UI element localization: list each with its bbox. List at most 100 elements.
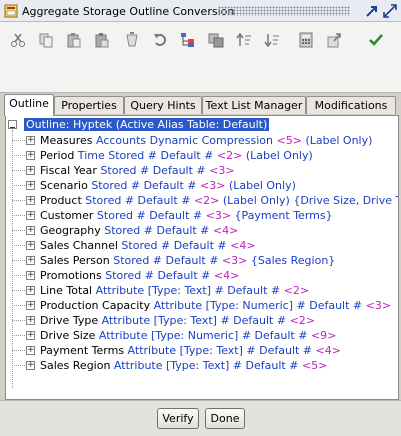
tree-node-label[interactable]: Fiscal Year Stored # Default # <3> [40,164,235,177]
tree-node-label[interactable]: Drive Type Attribute [Type: Text] # Defa… [40,314,315,327]
tree-node-label[interactable]: Payment Terms Attribute [Type: Text] # D… [40,344,341,357]
node-properties: Time Stored # Default # [74,149,217,162]
node-properties: Attribute [Type: Text] # Default # [110,359,302,372]
expand-icon[interactable]: + [26,226,35,235]
expand-icon[interactable]: + [26,301,35,310]
node-level: <3> [365,299,392,312]
done-button[interactable]: Done [205,408,245,429]
tree-node-label[interactable]: Drive Size Attribute [Type: Numeric] # D… [40,329,336,342]
tree-node-label[interactable]: Sales Person Stored # Default # <3> {Sal… [40,254,335,267]
node-name: Drive Size [40,329,96,342]
tree-node-label[interactable]: Measures Accounts Dynamic Compression <5… [40,134,372,147]
delete-icon[interactable] [122,30,142,50]
cut-icon[interactable] [8,30,28,50]
node-name: Geography [40,224,101,237]
export-icon[interactable] [324,30,344,50]
node-name: Measures [40,134,93,147]
footer: Verify Done [0,400,401,436]
tree-connector [12,320,25,321]
tree-connector [12,305,25,306]
tree-node-label[interactable]: Geography Stored # Default # <4> [40,224,238,237]
tree-node-label[interactable]: Sales Region Attribute [Type: Text] # De… [40,359,327,372]
tree-connector [12,290,25,291]
node-name: Promotions [40,269,102,282]
expand-icon[interactable]: + [26,166,35,175]
tree-node-label[interactable]: Period Time Stored # Default # <2> (Labe… [40,149,313,162]
restore-icon[interactable] [364,3,380,19]
tab-outline[interactable]: Outline [4,94,54,116]
node-name: Fiscal Year [40,164,97,177]
expand-icon[interactable]: + [26,361,35,370]
node-name: Sales Channel [40,239,118,252]
close-window-icon[interactable] [382,3,398,19]
tree-node-label[interactable]: Customer Stored # Default # <3> {Payment… [40,209,333,222]
node-name: Product [40,194,82,207]
tree-node-label[interactable]: Line Total Attribute [Type: Text] # Defa… [40,284,309,297]
node-level: <4> [315,344,341,357]
node-properties: Stored # Default # [100,224,213,237]
check-icon[interactable] [366,30,386,50]
node-name: Drive Type [40,314,99,327]
title-grip[interactable] [218,6,350,16]
expand-icon[interactable]: + [26,316,35,325]
expand-icon[interactable]: + [26,346,35,355]
tree-node-label[interactable]: Promotions Stored # Default # <4> [40,269,239,282]
node-level: <3> [200,179,226,192]
expand-icon[interactable]: + [26,271,35,280]
paste-special-icon[interactable] [92,30,112,50]
expand-icon[interactable]: + [26,136,35,145]
expand-icon[interactable]: + [26,241,35,250]
sort-ascending-icon[interactable] [234,30,254,50]
node-level: <5> [276,134,302,147]
node-name: Sales Person [40,254,110,267]
undo-icon[interactable] [150,30,170,50]
copy-icon[interactable] [36,30,56,50]
node-properties: Stored # Default # [101,269,214,282]
expand-icon[interactable]: + [26,286,35,295]
collapse-icon[interactable] [8,120,17,129]
node-extra: (Label Only) [225,179,296,192]
sort-descending-icon[interactable] [262,30,282,50]
tree-icon[interactable] [178,30,198,50]
tree-connector [12,275,25,276]
expand-icon[interactable]: + [26,256,35,265]
tab-text-list-manager[interactable]: Text List Manager [202,96,306,114]
node-level: <2> [283,284,310,297]
node-properties: Stored # Default # [117,239,231,252]
tab-query-hints[interactable]: Query Hints [124,96,202,114]
paste-icon[interactable] [64,30,84,50]
outline-tree[interactable]: Outline: Hyptek (Active Alias Table: Def… [5,115,399,400]
node-extra: (Label Only) [242,149,313,162]
expand-icon[interactable]: + [26,151,35,160]
verify-button[interactable]: Verify [157,408,199,429]
node-extra: {Sales Region} [247,254,336,267]
node-level: <2> [289,314,316,327]
calculator-icon[interactable] [296,30,316,50]
tree-connector [12,200,25,201]
node-extra: (Label Only) {Drive Size, Drive Type, Li… [222,194,398,207]
tree-root-label[interactable]: Outline: Hyptek (Active Alias Table: Def… [24,118,270,131]
format-icon[interactable] [206,30,226,50]
node-properties: Attribute [Type: Numeric] # Default # [150,299,366,312]
tree-node-label[interactable]: Product Stored # Default # <2> (Label On… [40,194,398,207]
node-name: Sales Region [40,359,111,372]
tree-node-label[interactable]: Production Capacity Attribute [Type: Num… [40,299,391,312]
node-level: <4> [212,224,239,237]
node-level: <3> [205,209,232,222]
node-name: Production Capacity [40,299,151,312]
tree-connector [12,230,25,231]
node-properties: Attribute [Type: Text] # Default # [92,284,284,297]
tab-properties[interactable]: Properties [54,96,124,114]
tree-node-label[interactable]: Scenario Stored # Default # <3> (Label O… [40,179,296,192]
app-icon [4,4,18,18]
node-properties: Stored # Default # [87,179,200,192]
tree-connector [12,155,25,156]
expand-icon[interactable]: + [26,181,35,190]
tree-node-label[interactable]: Sales Channel Stored # Default # <4> [40,239,256,252]
expand-icon[interactable]: + [26,211,35,220]
tree-connector [12,185,25,186]
expand-icon[interactable]: + [26,196,35,205]
tab-modifications[interactable]: Modifications [306,96,396,114]
expand-icon[interactable]: + [26,331,35,340]
node-properties: Attribute [Type: Numeric] # Default # [95,329,311,342]
